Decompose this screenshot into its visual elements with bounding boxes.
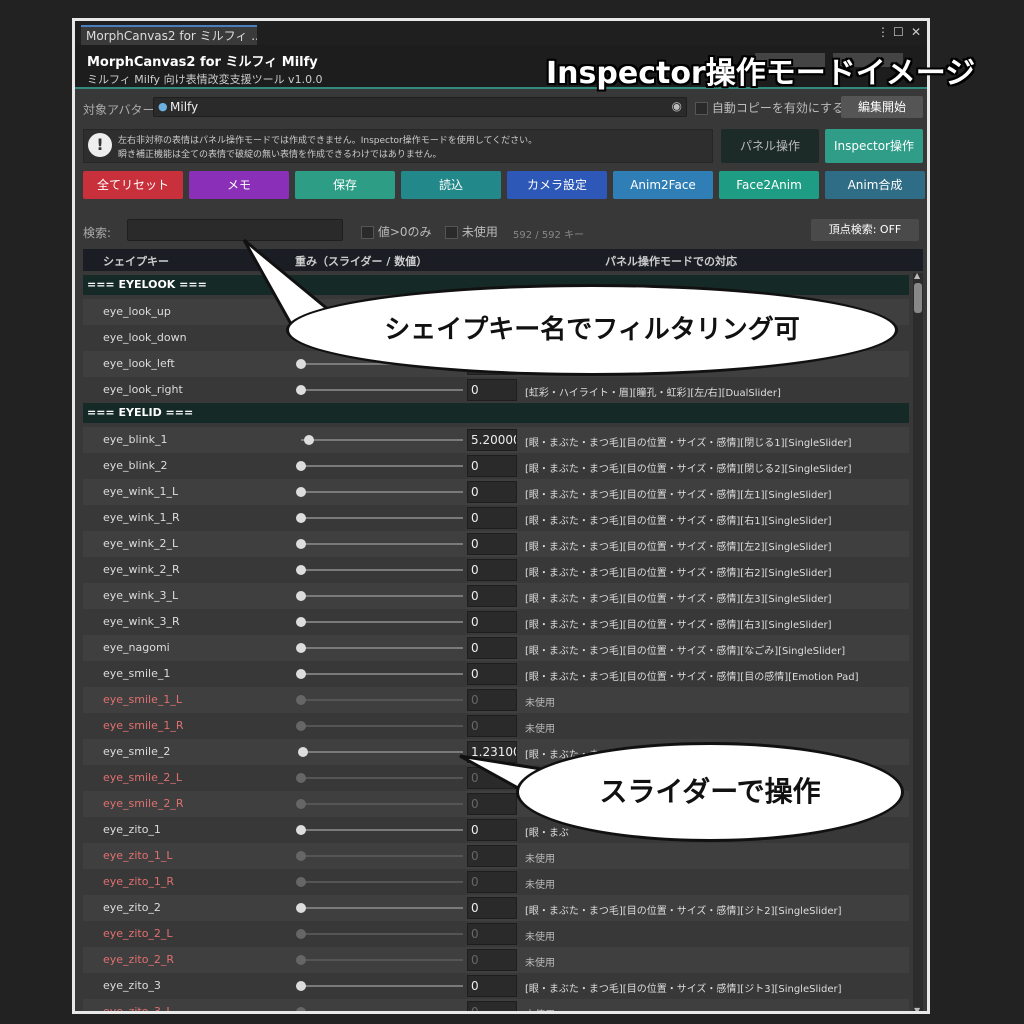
callout-tails — [242, 238, 563, 802]
filter-callout: シェイプキー名でフィルタリング可 — [286, 284, 898, 376]
slider-callout: スライダーで操作 — [516, 742, 904, 842]
